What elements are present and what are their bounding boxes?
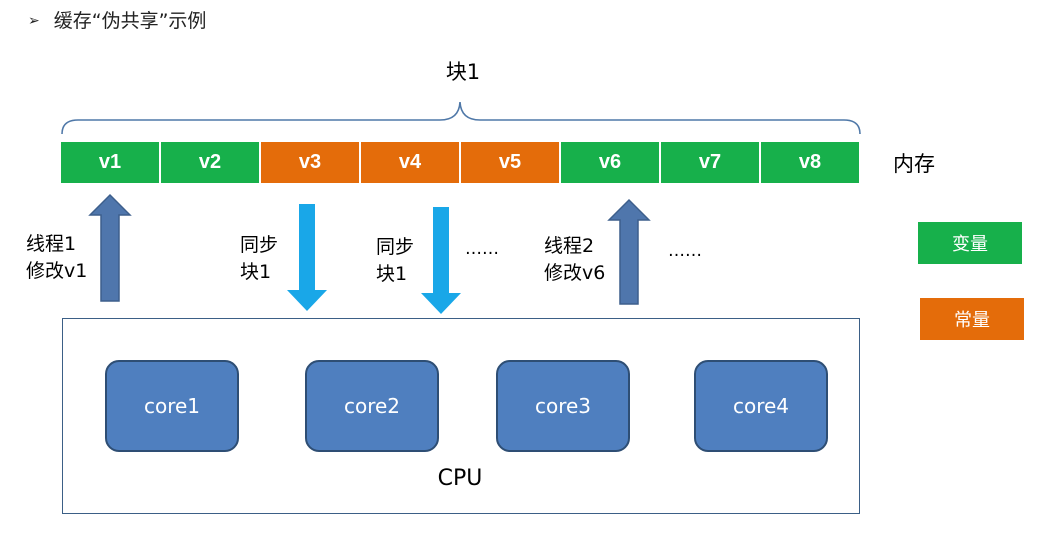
thread1-line1: 线程1 bbox=[26, 233, 77, 255]
slide-title-text: 缓存“伪共享”示例 bbox=[53, 10, 207, 32]
sync-a-line1: 同步 bbox=[240, 234, 279, 256]
legend-constant: 常量 bbox=[920, 298, 1024, 340]
memory-label: 内存 bbox=[893, 152, 935, 176]
memory-cell: v7 bbox=[661, 142, 759, 183]
sync-note-b: 同步 块1 bbox=[376, 234, 414, 288]
cpu-label: CPU bbox=[437, 466, 483, 491]
memory-cell: v5 bbox=[461, 142, 559, 183]
memory-cell: v8 bbox=[761, 142, 859, 183]
thread1-note: 线程1 修改v1 bbox=[26, 231, 87, 285]
memory-cell: v4 bbox=[361, 142, 459, 183]
memory-cell: v6 bbox=[561, 142, 659, 183]
down-arrow-icon bbox=[421, 207, 461, 314]
ellipsis-1: …… bbox=[465, 239, 499, 259]
core-box: core3 bbox=[496, 360, 630, 452]
sync-note-a: 同步 块1 bbox=[240, 232, 278, 286]
core-box: core4 bbox=[694, 360, 828, 452]
curly-brace-icon bbox=[61, 101, 861, 135]
core-box: core1 bbox=[105, 360, 239, 452]
core-box: core2 bbox=[305, 360, 439, 452]
memory-cell: v3 bbox=[261, 142, 359, 183]
thread1-line2: 修改v1 bbox=[26, 260, 88, 282]
bullet-arrow-icon: ➢ bbox=[28, 13, 40, 29]
memory-cell: v2 bbox=[161, 142, 259, 183]
memory-cell: v1 bbox=[61, 142, 159, 183]
up-arrow-icon bbox=[607, 198, 651, 305]
thread2-line2: 修改v6 bbox=[544, 262, 606, 284]
up-arrow-icon bbox=[88, 193, 132, 302]
sync-b-line2: 块1 bbox=[376, 263, 408, 285]
down-arrow-icon bbox=[287, 204, 327, 311]
sync-a-line2: 块1 bbox=[240, 261, 272, 283]
legend-variable: 变量 bbox=[918, 222, 1022, 264]
thread2-line1: 线程2 bbox=[544, 235, 595, 257]
block-label: 块1 bbox=[445, 60, 481, 84]
slide-title: ➢ 缓存“伪共享”示例 bbox=[28, 6, 206, 33]
sync-b-line1: 同步 bbox=[376, 236, 415, 258]
memory-row: v1 v2 v3 v4 v5 v6 v7 v8 bbox=[61, 142, 859, 183]
ellipsis-2: …… bbox=[668, 241, 702, 261]
thread2-note: 线程2 修改v6 bbox=[544, 233, 605, 287]
